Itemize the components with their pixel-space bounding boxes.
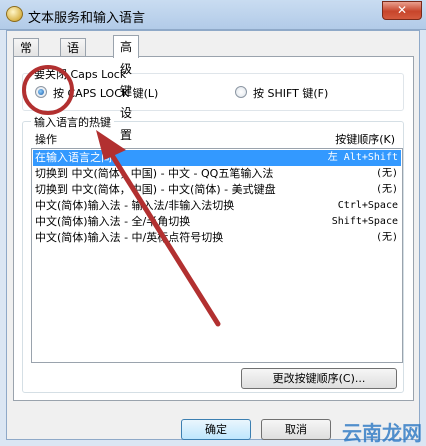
tab-general[interactable]: 常规 xyxy=(13,38,40,73)
ok-button[interactable]: 确定 xyxy=(181,419,251,440)
hotkey-keys: (无) xyxy=(375,184,398,195)
hotkey-keys: (无) xyxy=(375,168,398,179)
hotkeys-legend: 输入语言的热键 xyxy=(31,114,114,130)
hotkey-row[interactable]: 中文(简体)输入法 - 全/半角切换 Shift+Space xyxy=(33,214,401,230)
hotkey-row[interactable]: 中文(简体)输入法 - 输入法/非输入法切换 Ctrl+Space xyxy=(33,198,401,214)
hotkey-row[interactable]: 在输入语言之间 左 Alt+Shift xyxy=(33,150,401,166)
app-icon xyxy=(6,6,23,22)
hotkey-keys: 左 Alt+Shift xyxy=(327,152,398,163)
hotkey-action: 中文(简体)输入法 - 中/英标点符号切换 xyxy=(35,231,224,244)
dialog-body: 常规 语言栏 高级键设置 要关闭 Caps Lock 按 CAPS LOCK 键… xyxy=(6,30,420,440)
hotkey-keys: (无) xyxy=(375,232,398,243)
hotkey-row[interactable]: 中文(简体)输入法 - 中/英标点符号切换 (无) xyxy=(33,230,401,246)
hotkey-action: 中文(简体)输入法 - 输入法/非输入法切换 xyxy=(35,199,235,212)
shift-radio[interactable] xyxy=(235,86,247,98)
caps-lock-group: 要关闭 Caps Lock 按 CAPS LOCK 键(L) 按 SHIFT 键… xyxy=(22,66,404,111)
hotkey-action: 在输入语言之间 xyxy=(35,151,112,164)
hotkey-row[interactable]: 切换到 中文(简体，中国) - 中文(简体) - 美式键盘 (无) xyxy=(33,182,401,198)
cancel-button[interactable]: 取消 xyxy=(261,419,331,440)
hotkey-action: 切换到 中文(简体，中国) - 中文(简体) - 美式键盘 xyxy=(35,183,276,196)
advanced-key-settings-panel: 要关闭 Caps Lock 按 CAPS LOCK 键(L) 按 SHIFT 键… xyxy=(13,56,414,401)
hotkey-list[interactable]: 在输入语言之间 左 Alt+Shift 切换到 中文(简体，中国) - 中文 -… xyxy=(31,148,403,363)
hotkey-keys: Ctrl+Space xyxy=(337,200,398,211)
column-header-key-sequence: 按键顺序(K) xyxy=(335,133,395,146)
title-bar: 文本服务和输入语言 ✕ xyxy=(0,0,426,30)
change-key-sequence-button[interactable]: 更改按键顺序(C)... xyxy=(241,368,397,389)
shift-option-label: 按 SHIFT 键(F) xyxy=(253,87,329,100)
caps-lock-legend: 要关闭 Caps Lock xyxy=(31,66,130,82)
hotkeys-group: 输入语言的热键 操作 按键顺序(K) 在输入语言之间 左 Alt+Shift 切… xyxy=(22,114,404,393)
tab-language-bar[interactable]: 语言栏 xyxy=(60,38,87,91)
hotkey-action: 中文(简体)输入法 - 全/半角切换 xyxy=(35,215,191,228)
caps-lock-radio[interactable] xyxy=(35,86,47,98)
hotkey-keys: Shift+Space xyxy=(331,216,398,227)
close-button[interactable]: ✕ xyxy=(382,1,422,20)
hotkey-row[interactable]: 切换到 中文(简体，中国) - 中文 - QQ五笔输入法 (无) xyxy=(33,166,401,182)
tab-advanced-key-settings[interactable]: 高级键设置 xyxy=(113,35,140,142)
window-title: 文本服务和输入语言 xyxy=(28,11,146,26)
hotkey-action: 切换到 中文(简体，中国) - 中文 - QQ五笔输入法 xyxy=(35,167,274,180)
caps-lock-option-label: 按 CAPS LOCK 键(L) xyxy=(53,87,159,100)
watermark-logo: 云南龙网 xyxy=(342,421,422,445)
column-header-action: 操作 xyxy=(35,133,57,146)
